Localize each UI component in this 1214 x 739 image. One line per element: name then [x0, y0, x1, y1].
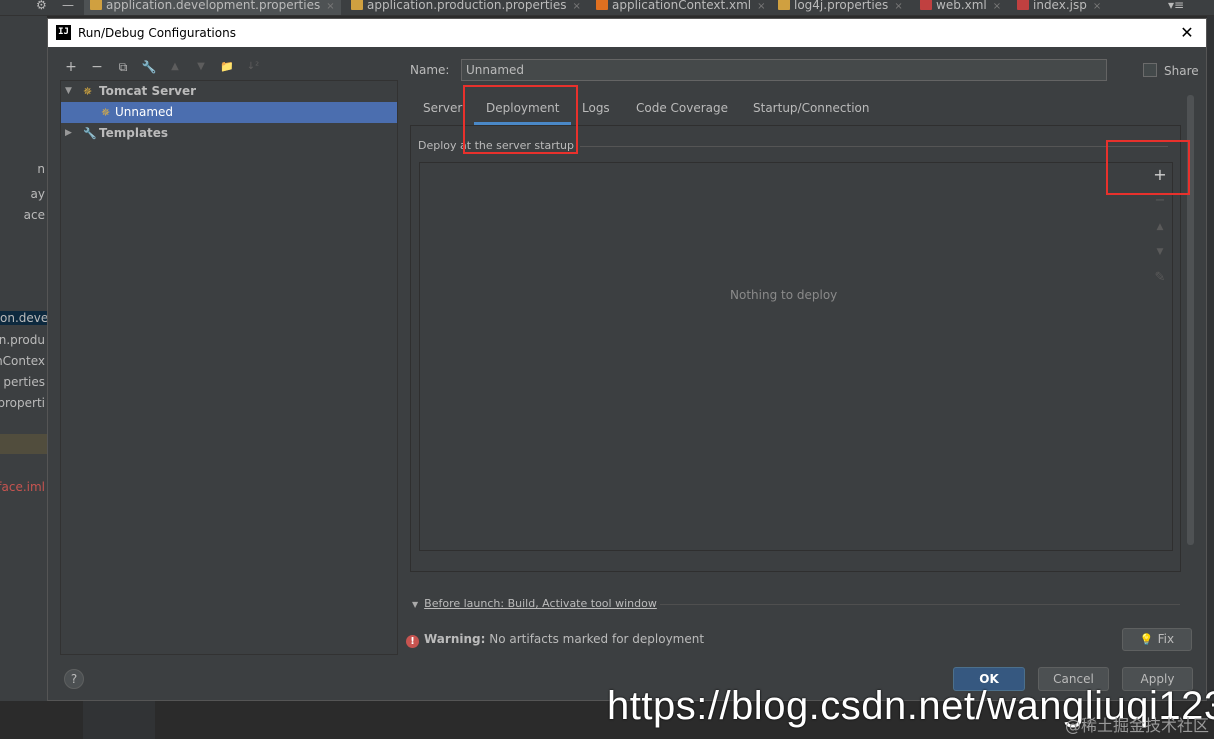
error-icon: ! — [406, 635, 419, 648]
move-up-icon[interactable]: ▲ — [166, 57, 184, 77]
before-launch-section[interactable]: ▼ Before launch: Build, Activate tool win… — [412, 597, 657, 610]
tree-label: Unnamed — [115, 105, 174, 119]
run-debug-configurations-dialog: IJ Run/Debug Configurations ✕ + − ⧉ 🔧 ▲ … — [47, 18, 1207, 701]
edit-defaults-wrench-icon[interactable]: 🔧 — [140, 57, 158, 77]
move-down-icon[interactable]: ▼ — [192, 57, 210, 77]
tree-node-tomcat-server[interactable]: ▼ ✵ Tomcat Server — [61, 81, 397, 102]
tab-startup-connection[interactable]: Startup/Connection — [753, 95, 869, 125]
empty-list-message: Nothing to deploy — [730, 288, 838, 302]
fix-label: Fix — [1157, 632, 1175, 646]
editor-tab-bar: ⚙ — application.development.properties × … — [0, 0, 1214, 16]
jsp-file-icon — [1017, 0, 1029, 10]
project-item: n — [37, 162, 45, 176]
watermark-small: @稀土掘金技术社区 — [1065, 716, 1210, 735]
editor-tab-label: web.xml — [936, 0, 987, 12]
editor-tab-label: applicationContext.xml — [612, 0, 752, 12]
properties-file-icon — [90, 0, 102, 10]
name-input[interactable] — [461, 59, 1107, 81]
xml-file-icon — [596, 0, 608, 10]
edit-pencil-icon[interactable]: ✎ — [1149, 267, 1171, 289]
close-tab-icon[interactable]: × — [326, 1, 334, 12]
before-launch-label: Before launch: Build, Activate tool wind… — [424, 597, 657, 610]
properties-file-icon — [778, 0, 790, 10]
copy-configuration-button[interactable]: ⧉ — [114, 57, 132, 77]
expand-arrow-icon[interactable]: ▼ — [412, 600, 418, 609]
warning-message: ! Warning: No artifacts marked for deploy… — [406, 632, 704, 648]
lightbulb-icon: 💡 — [1139, 633, 1154, 646]
project-item[interactable]: properti — [0, 396, 45, 410]
editor-tab[interactable]: log4j.properties × — [778, 0, 903, 15]
ide-settings-area: ⚙ — — [0, 0, 80, 15]
intellij-icon: IJ — [56, 25, 71, 40]
fix-button[interactable]: 💡 Fix — [1122, 628, 1192, 651]
move-up-icon[interactable]: ▲ — [1149, 216, 1171, 238]
configurations-tree: ▼ ✵ Tomcat Server ✵ Unnamed ▶ 🔧 Template… — [60, 80, 398, 655]
xml-file-icon — [920, 0, 932, 10]
add-configuration-button[interactable]: + — [62, 57, 80, 77]
close-tab-icon[interactable]: × — [573, 1, 581, 12]
remove-configuration-button[interactable]: − — [88, 57, 106, 77]
close-tab-icon[interactable]: × — [1093, 1, 1101, 12]
help-button[interactable]: ? — [64, 669, 84, 689]
properties-file-icon — [351, 0, 363, 10]
before-launch-divider — [660, 604, 1180, 605]
deploy-list[interactable] — [419, 162, 1173, 551]
minimize-icon[interactable]: — — [62, 0, 74, 15]
editor-scroll-gutter — [1207, 16, 1214, 739]
close-tab-icon[interactable]: × — [894, 1, 902, 12]
editor-tab-label: log4j.properties — [794, 0, 889, 12]
dialog-title: Run/Debug Configurations — [78, 26, 236, 40]
tree-label: Tomcat Server — [99, 84, 197, 98]
project-highlight-row — [0, 434, 47, 454]
tree-label: Templates — [99, 126, 169, 140]
annotation-highlight-add-button — [1106, 140, 1190, 195]
editor-tab[interactable]: index.jsp × — [1017, 0, 1101, 15]
tree-node-unnamed[interactable]: ✵ Unnamed — [61, 102, 397, 123]
sort-icon[interactable]: ↓² — [244, 57, 262, 77]
name-label: Name: — [410, 63, 450, 77]
editor-tab-label: application.development.properties — [106, 0, 321, 12]
close-tab-icon[interactable]: × — [993, 1, 1001, 12]
editor-tab[interactable]: applicationContext.xml × — [596, 0, 766, 15]
project-item[interactable]: face.iml — [0, 480, 45, 494]
close-tab-icon[interactable]: × — [757, 1, 765, 12]
checkbox-box[interactable] — [1143, 63, 1157, 77]
folder-icon[interactable]: 📁 — [218, 57, 236, 77]
warning-text: No artifacts marked for deployment — [489, 632, 705, 646]
move-down-icon[interactable]: ▼ — [1149, 241, 1171, 263]
project-item[interactable]: perties — [3, 375, 45, 389]
annotation-highlight-deployment-tab — [463, 85, 578, 154]
dialog-titlebar: IJ Run/Debug Configurations ✕ — [48, 19, 1206, 47]
collapse-arrow-icon[interactable]: ▶ — [65, 123, 72, 144]
close-icon[interactable]: ✕ — [1176, 20, 1198, 46]
project-item: ace — [23, 208, 45, 222]
editor-tab[interactable]: application.development.properties × — [84, 0, 341, 15]
project-item: ay — [30, 187, 45, 201]
editor-tab[interactable]: application.production.properties × — [351, 0, 581, 15]
tomcat-icon: ✵ — [83, 85, 93, 98]
project-item[interactable]: onContex — [0, 354, 45, 368]
tab-server[interactable]: Server — [423, 95, 462, 125]
project-item-selected[interactable]: on.develo — [0, 311, 47, 325]
tab-list-icon[interactable]: ▾≡ — [1168, 0, 1184, 15]
wrench-icon: 🔧 — [83, 127, 97, 140]
project-panel-fragment: n ay ace on.develo on.produ onContex per… — [0, 16, 47, 739]
project-item[interactable]: on.produ — [0, 333, 45, 347]
share-checkbox[interactable]: Share — [1143, 63, 1199, 78]
share-label: Share — [1164, 64, 1199, 78]
tree-node-templates[interactable]: ▶ 🔧 Templates — [61, 123, 397, 144]
tomcat-icon: ✵ — [101, 106, 111, 119]
editor-tab-label: index.jsp — [1033, 0, 1087, 12]
ide-bottom-gutter — [83, 701, 156, 739]
editor-tab-label: application.production.properties — [367, 0, 567, 12]
tab-code-coverage[interactable]: Code Coverage — [636, 95, 728, 125]
legend-divider — [568, 146, 1168, 147]
tab-logs[interactable]: Logs — [582, 95, 610, 125]
gear-icon[interactable]: ⚙ — [36, 0, 47, 15]
expand-arrow-icon[interactable]: ▼ — [65, 81, 72, 102]
warning-label: Warning: — [424, 632, 486, 646]
editor-tab[interactable]: web.xml × — [920, 0, 1001, 15]
